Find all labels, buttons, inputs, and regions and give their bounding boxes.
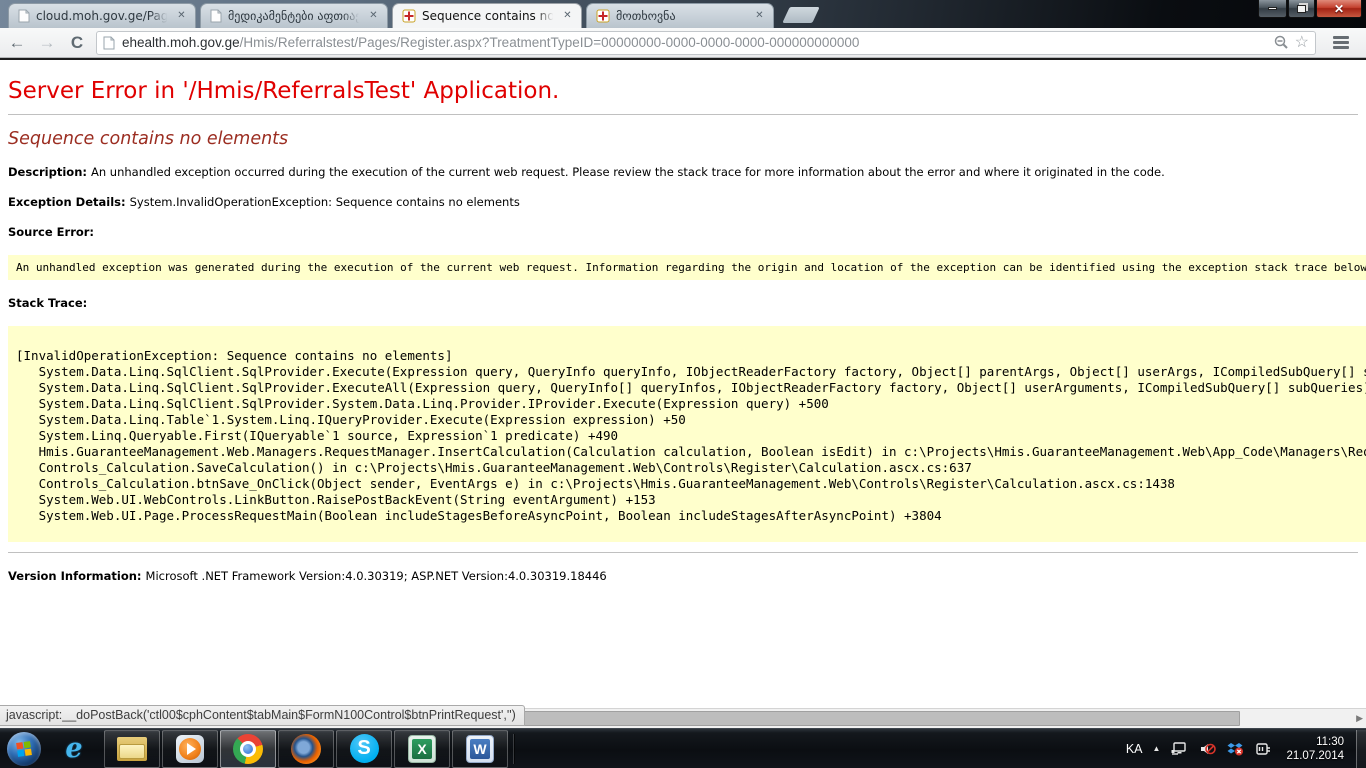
reload-button[interactable]: C xyxy=(64,31,90,55)
taskbar-item-excel[interactable]: X xyxy=(394,730,450,768)
minimize-icon xyxy=(1268,7,1277,10)
stack-trace-text: [InvalidOperationException: Sequence con… xyxy=(16,348,1358,524)
page-icon xyxy=(210,9,222,23)
back-button[interactable]: ← xyxy=(4,31,30,55)
internet-explorer-icon: e xyxy=(65,734,82,764)
firefox-icon xyxy=(291,734,321,764)
new-tab-button[interactable] xyxy=(782,7,819,23)
tab-title: Sequence contains no elements xyxy=(422,9,556,23)
tab-title: მოთხოვნა xyxy=(616,9,748,23)
start-button[interactable] xyxy=(3,730,45,768)
tab-title: მედიკამენტები აფთიაქე xyxy=(228,9,362,23)
restore-button[interactable] xyxy=(1288,0,1315,18)
media-player-icon xyxy=(176,735,204,763)
error-page-subtitle: Sequence contains no elements xyxy=(8,129,1358,149)
window-controls: ✕ xyxy=(1257,0,1362,18)
emblem-favicon xyxy=(402,9,416,23)
source-error-box: An unhandled exception was generated dur… xyxy=(8,255,1366,280)
taskbar-item-internet-explorer[interactable]: e xyxy=(46,730,102,768)
emblem-favicon xyxy=(596,9,610,23)
close-button[interactable]: ✕ xyxy=(1316,0,1362,18)
browser-toolbar: ← → C ehealth.moh.gov.ge/Hmis/Referralst… xyxy=(0,28,1366,58)
taskbar-item-windows-explorer[interactable] xyxy=(104,730,160,768)
restore-icon xyxy=(1297,5,1306,13)
chrome-menu-button[interactable] xyxy=(1324,31,1358,55)
taskbar-item-skype[interactable]: S xyxy=(336,730,392,768)
tab-motkhovna[interactable]: მოთხოვნა ✕ xyxy=(586,3,774,28)
forward-button[interactable]: → xyxy=(34,31,60,55)
status-link-preview: javascript:__doPostBack('ctl00$cphConten… xyxy=(0,705,525,726)
error-page-title: Server Error in '/Hmis/ReferralsTest' Ap… xyxy=(8,78,1358,104)
tray-expand-chevron-icon[interactable]: ▲ xyxy=(1153,744,1161,753)
version-information-text: Microsoft .NET Framework Version:4.0.303… xyxy=(146,569,607,583)
url-domain: ehealth.moh.gov.ge xyxy=(122,35,240,50)
page-icon xyxy=(103,36,115,50)
chrome-icon xyxy=(233,734,263,764)
taskbar-item-word[interactable]: W xyxy=(452,730,508,768)
skype-icon: S xyxy=(350,734,379,763)
word-icon: W xyxy=(466,735,494,763)
excel-icon: X xyxy=(408,735,436,763)
tray-time: 11:30 xyxy=(1316,736,1344,748)
exception-details-line: Exception Details: System.InvalidOperati… xyxy=(8,195,1358,209)
taskbar-divider xyxy=(513,734,514,764)
volume-muted-icon[interactable] xyxy=(1198,740,1216,758)
tray-date: 21.07.2014 xyxy=(1286,750,1344,762)
version-information-label: Version Information: xyxy=(8,569,146,583)
exception-details-label: Exception Details: xyxy=(8,195,130,209)
scroll-right-arrow-icon[interactable]: ▶ xyxy=(1356,713,1363,724)
version-information-line: Version Information: Microsoft .NET Fram… xyxy=(8,569,1358,583)
clock[interactable]: 11:30 21.07.2014 xyxy=(1286,735,1344,763)
tab-close-icon[interactable]: ✕ xyxy=(174,9,189,24)
dropbox-error-icon[interactable] xyxy=(1226,740,1244,758)
taskbar-item-firefox[interactable] xyxy=(278,730,334,768)
divider xyxy=(8,552,1358,553)
page-icon xyxy=(18,9,30,23)
description-text: An unhandled exception occurred during t… xyxy=(91,165,1165,179)
windows-logo-icon xyxy=(7,732,41,766)
tab-title: cloud.moh.gov.ge/Pages/ xyxy=(36,9,170,23)
taskbar-item-chrome[interactable] xyxy=(220,730,276,768)
browser-titlebar: cloud.moh.gov.ge/Pages/ ✕ მედიკამენტები … xyxy=(0,0,1366,28)
network-icon[interactable] xyxy=(1170,740,1188,758)
minimize-button[interactable] xyxy=(1258,0,1287,18)
tab-medikamentebi[interactable]: მედიკამენტები აფთიაქე ✕ xyxy=(200,3,388,28)
show-desktop-button[interactable] xyxy=(1356,730,1366,768)
tab-sequence-error[interactable]: Sequence contains no elements ✕ xyxy=(392,3,582,28)
description-line: Description: An unhandled exception occu… xyxy=(8,165,1358,179)
close-icon: ✕ xyxy=(1334,2,1344,16)
description-label: Description: xyxy=(8,165,91,179)
url-path: /Hmis/Referralstest/Pages/Register.aspx?… xyxy=(240,35,860,50)
page-content: Server Error in '/Hmis/ReferralsTest' Ap… xyxy=(0,60,1366,708)
tab-cloud-moh[interactable]: cloud.moh.gov.ge/Pages/ ✕ xyxy=(8,3,196,28)
taskbar: e S X W KA ▲ 11:30 21.07.2014 xyxy=(0,728,1366,768)
address-bar[interactable]: ehealth.moh.gov.ge/Hmis/Referralstest/Pa… xyxy=(96,31,1316,55)
bookmark-star-icon[interactable]: ☆ xyxy=(1295,36,1309,50)
system-tray: KA ▲ 11:30 21.07.2014 xyxy=(1126,735,1350,763)
tab-close-icon[interactable]: ✕ xyxy=(560,9,575,24)
tab-close-icon[interactable]: ✕ xyxy=(366,9,381,24)
folder-icon xyxy=(117,737,147,761)
language-indicator[interactable]: KA xyxy=(1126,742,1143,756)
stack-trace-heading: Stack Trace: xyxy=(8,296,1358,310)
stack-trace-box: [InvalidOperationException: Sequence con… xyxy=(8,326,1366,542)
divider xyxy=(8,114,1358,115)
taskbar-item-media-player[interactable] xyxy=(162,730,218,768)
exception-details-text: System.InvalidOperationException: Sequen… xyxy=(130,195,520,209)
power-plug-icon[interactable] xyxy=(1254,740,1272,758)
url-text[interactable]: ehealth.moh.gov.ge/Hmis/Referralstest/Pa… xyxy=(122,35,1268,50)
source-error-heading: Source Error: xyxy=(8,225,1358,239)
tab-close-icon[interactable]: ✕ xyxy=(752,9,767,24)
zoom-out-icon[interactable] xyxy=(1274,35,1289,50)
